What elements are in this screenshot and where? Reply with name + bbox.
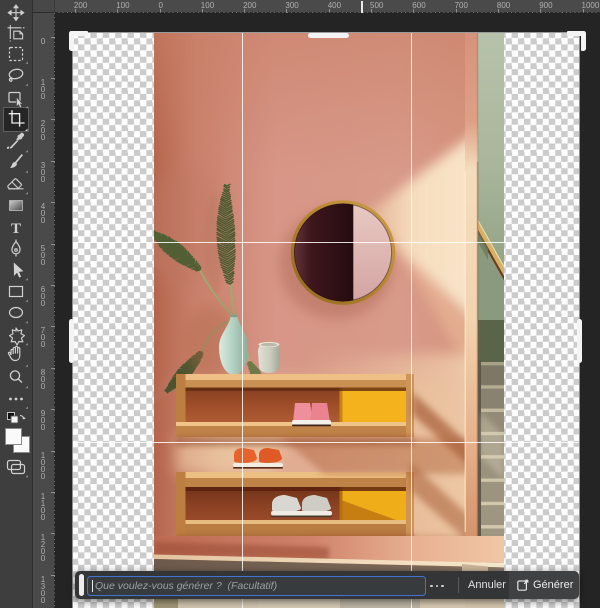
svg-text:T: T [11,221,21,237]
